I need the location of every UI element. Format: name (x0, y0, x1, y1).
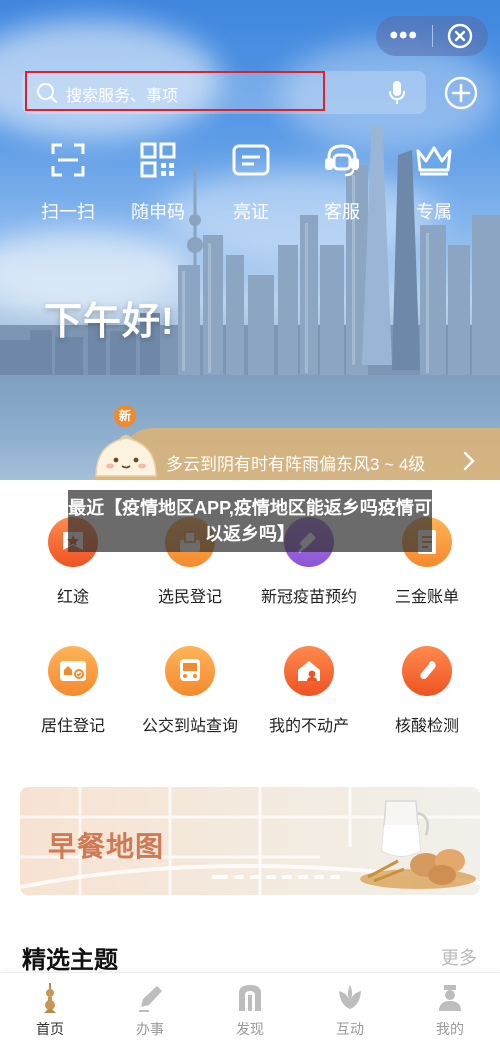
flower-icon (339, 985, 361, 1009)
bottom-tab-bar: 首页 办事 发现 互动 我的 (0, 972, 500, 1044)
chevron-right-icon (463, 451, 475, 471)
tab-interact[interactable]: 互动 (300, 983, 400, 1039)
discover-icon (239, 985, 261, 1011)
quick-action-scan[interactable]: 扫一扫 (28, 140, 108, 224)
quick-action-show-id[interactable]: 亮证 (211, 140, 291, 224)
tab-services[interactable]: 办事 (100, 983, 200, 1039)
quick-action-health-code[interactable]: 随申码 (118, 140, 198, 224)
greeting-text: 下午好! (44, 301, 175, 343)
breakfast-map-banner[interactable]: 早餐地图 (20, 787, 480, 895)
close-circle-icon (448, 23, 473, 49)
tab-label: 首页 (36, 1021, 64, 1037)
weather-text: 多云到阴有时有阵雨偏东风3 ~ 4级 (166, 455, 426, 474)
section-title: 精选主题 (22, 947, 118, 974)
service-label: 红途 (56, 589, 89, 606)
scan-icon (51, 143, 85, 177)
home-tower-icon (44, 983, 56, 1013)
tab-label: 互动 (336, 1021, 364, 1037)
bus-icon (180, 659, 200, 681)
service-bus-arrival[interactable]: 公交到站查询 (130, 646, 250, 736)
more-link[interactable]: 更多 (441, 944, 477, 970)
service-label: 选民登记 (157, 589, 222, 606)
close-button[interactable] (432, 23, 488, 49)
tab-home[interactable]: 首页 (0, 983, 100, 1039)
service-nucleic-acid-test[interactable]: 核酸检测 (367, 646, 487, 736)
quick-action-exclusive[interactable]: 专属 (394, 140, 474, 224)
banner-title: 早餐地图 (48, 831, 165, 862)
residence-card-icon (60, 661, 86, 681)
quick-action-label: 扫一扫 (41, 202, 95, 222)
service-label: 公交到站查询 (141, 718, 238, 735)
service-label: 新冠疫苗预约 (260, 589, 357, 606)
pen-icon (139, 986, 162, 1012)
headset-icon (325, 144, 359, 177)
quick-action-label: 随申码 (131, 202, 185, 222)
house-icon (298, 661, 320, 681)
crown-icon (416, 146, 452, 176)
miniprogram-capsule: ••• (376, 16, 488, 56)
qr-code-icon (140, 142, 176, 178)
test-tube-icon (420, 661, 436, 680)
service-label: 居住登记 (40, 718, 105, 735)
profile-icon (439, 985, 461, 1011)
milk-eggs-bread-image (360, 800, 476, 889)
more-options-button[interactable]: ••• (376, 16, 432, 56)
quick-action-label: 客服 (324, 202, 360, 222)
new-badge: 新 (114, 405, 136, 427)
service-my-real-estate[interactable]: 我的不动产 (249, 646, 369, 736)
service-residence-registration[interactable]: 居住登记 (13, 646, 133, 736)
tab-profile[interactable]: 我的 (400, 983, 500, 1039)
search-highlight-outline (25, 71, 325, 111)
id-card-icon (232, 144, 270, 176)
microphone-icon[interactable] (388, 80, 406, 106)
carousel-indicator (212, 875, 340, 879)
tab-label: 我的 (436, 1021, 464, 1037)
tab-label: 办事 (136, 1021, 164, 1037)
article-title-overlay: 最近【疫情地区APP,疫情地区能返乡吗疫情可以返乡吗】 (68, 490, 432, 552)
tab-label: 发现 (236, 1021, 264, 1037)
tab-discover[interactable]: 发现 (200, 983, 300, 1039)
service-label: 我的不动产 (268, 718, 349, 735)
quick-action-customer-service[interactable]: 客服 (302, 140, 382, 224)
service-label: 三金账单 (394, 589, 459, 606)
quick-action-label: 亮证 (233, 202, 269, 222)
quick-action-label: 专属 (416, 202, 452, 222)
service-label: 核酸检测 (394, 718, 459, 735)
add-circle-icon[interactable] (444, 76, 478, 110)
